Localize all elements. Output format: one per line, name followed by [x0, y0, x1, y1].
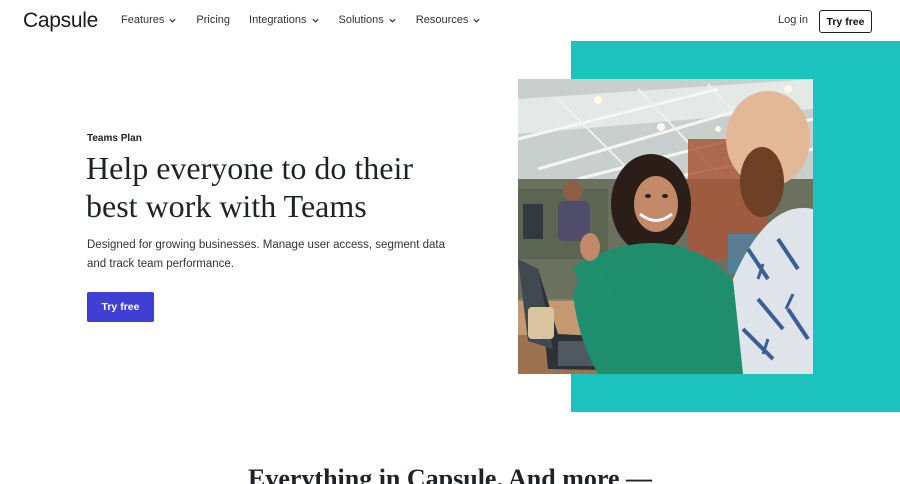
chevron-down-icon	[169, 18, 177, 23]
nav-resources[interactable]: Resources	[416, 14, 482, 26]
chevron-down-icon	[473, 18, 480, 23]
capsule-logo[interactable]: Capsule	[23, 9, 98, 33]
nav-features[interactable]: Features	[121, 14, 177, 26]
section-title: Everything in Capsule. And more —	[247, 464, 652, 484]
chevron-down-icon	[311, 18, 319, 23]
hero-photo	[518, 79, 813, 374]
site-header: Capsule Features Pricing Integrations So…	[0, 0, 900, 42]
try-free-header-button[interactable]: Try free	[819, 10, 872, 33]
nav-pricing[interactable]: Pricing	[196, 14, 230, 26]
hero-description: Designed for growing businesses. Manage …	[87, 239, 445, 270]
nav-integrations[interactable]: Integrations	[249, 14, 319, 26]
nav-solutions[interactable]: Solutions	[339, 14, 397, 26]
nav-pricing-label: Pricing	[196, 14, 231, 26]
nav-integrations-label: Integrations	[249, 14, 307, 26]
hero-eyebrow: Teams Plan	[87, 133, 142, 144]
chevron-down-icon	[389, 18, 396, 23]
login-link[interactable]: Log in	[778, 14, 808, 26]
team-photo-illustration	[518, 79, 813, 374]
nav-features-label: Features	[121, 14, 165, 26]
main-nav: Features Pricing Integrations Solutions …	[121, 14, 500, 26]
nav-solutions-label: Solutions	[338, 14, 384, 26]
nav-resources-label: Resources	[415, 14, 469, 26]
hero-headline: Help everyone to do their best work with…	[86, 150, 413, 224]
try-free-hero-button[interactable]: Try free	[87, 292, 154, 322]
